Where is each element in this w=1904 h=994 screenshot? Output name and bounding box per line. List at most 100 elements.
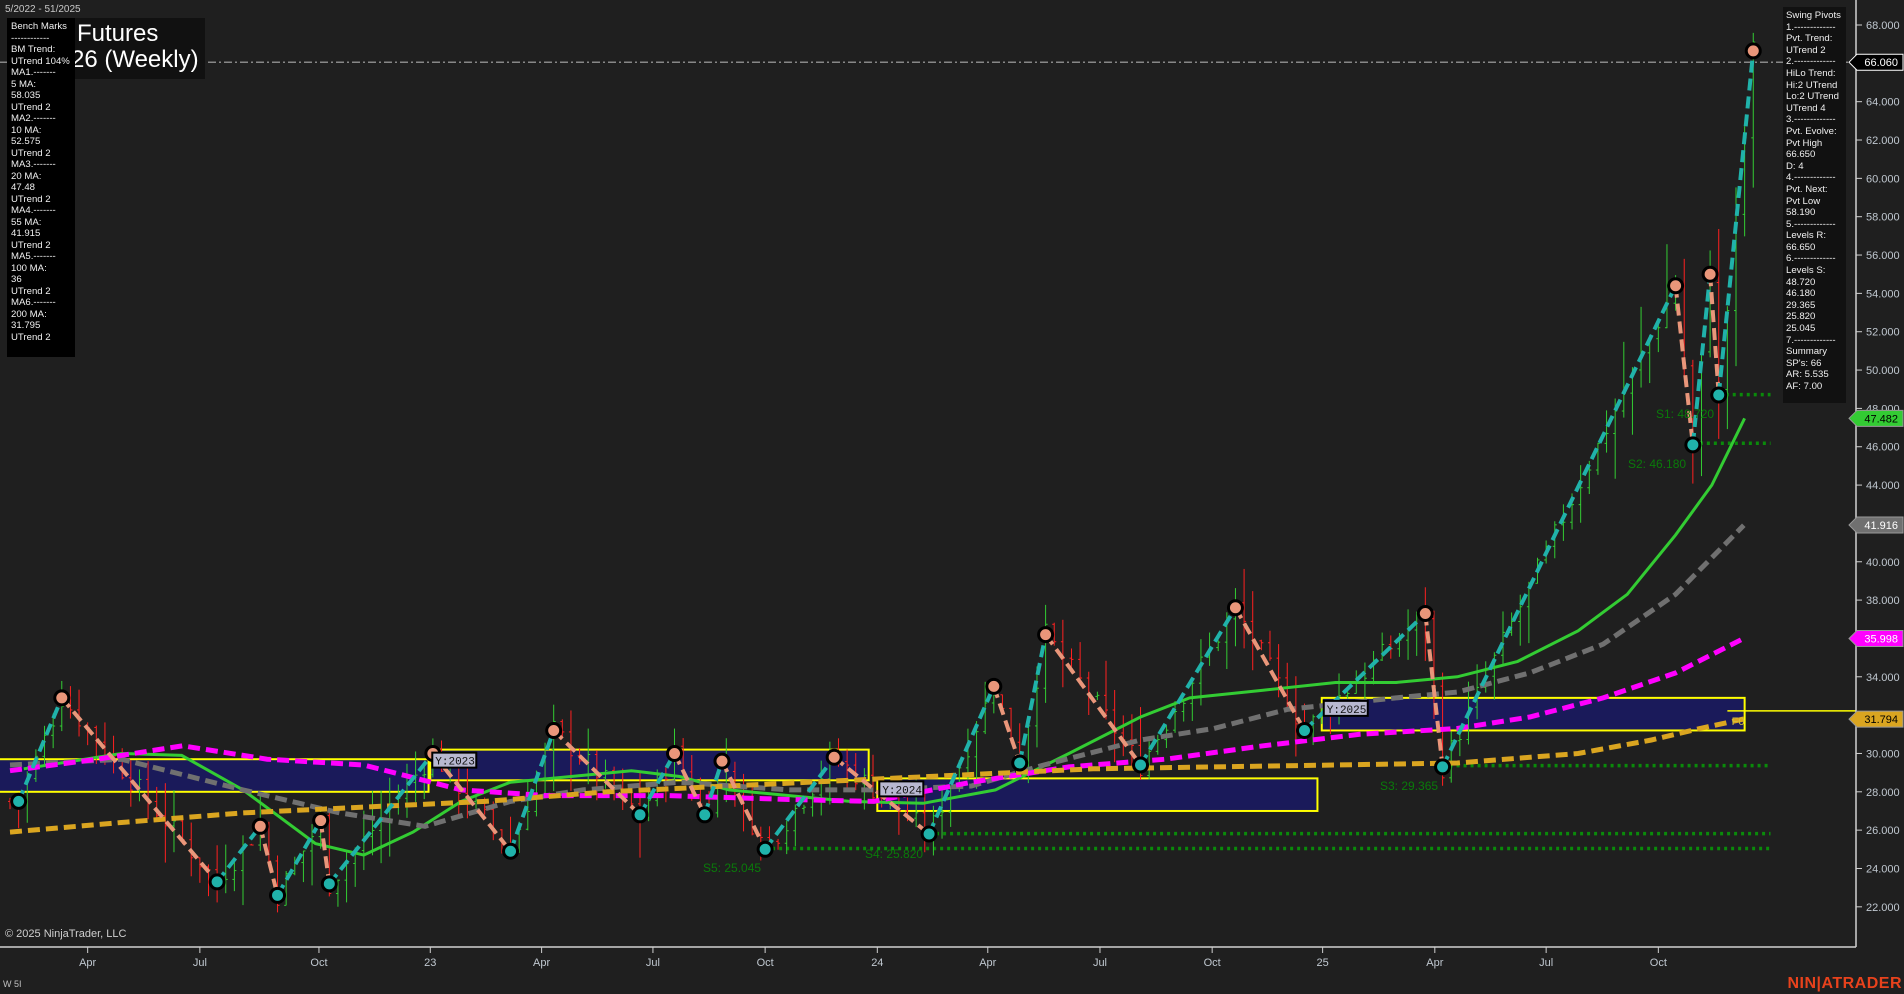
pivot-low-marker (1684, 436, 1702, 454)
y-tick-label: 40.000 (1866, 557, 1900, 569)
panel-line: Pvt. Trend: (1786, 33, 1833, 45)
support-label: S2: 46.180 (1628, 457, 1686, 471)
swing-leg (1017, 634, 1048, 764)
swing-leg (215, 825, 262, 884)
pivot-high-marker (545, 721, 563, 739)
x-tick-label: 25 (1316, 957, 1328, 969)
date-range-label: 5/2022 - 51/2025 (5, 4, 81, 15)
pivot-low-marker (1132, 756, 1150, 774)
panel-line: 20 MA: (11, 170, 42, 182)
swing-leg (508, 729, 556, 852)
y-tick-label: 58.000 (1866, 212, 1900, 224)
x-tick-label: Oct (757, 957, 774, 969)
panel-line: Pvt. Evolve: (1786, 125, 1837, 137)
panel-line: 66.650 (1786, 149, 1816, 161)
swing-pivots-panel: Swing Pivots 1.------------- Pvt. Trend: UT… (1783, 7, 1846, 403)
panel-line: 29.365 (1786, 299, 1816, 311)
f0-label: F0 (1732, 716, 1745, 728)
pivot-low-marker (696, 806, 714, 824)
y-tick-label: 46.000 (1866, 442, 1900, 454)
pivot-low-marker (208, 873, 226, 891)
panel-line: MA2.------- (11, 113, 56, 124)
panel-line: Lo:2 UTrend (1786, 91, 1839, 103)
panel-line: 25.820 (1786, 311, 1816, 323)
panel-line: UTrend 2 (11, 193, 51, 205)
y-tick-label: 54.000 (1866, 288, 1900, 300)
panel-line: UTrend 4 (1786, 102, 1826, 114)
x-tick-label: Jul (1539, 957, 1553, 969)
panel-line: MA1.------- (11, 67, 56, 78)
panel-line: 58.035 (11, 90, 41, 101)
support-label: S1: 48.720 (1656, 407, 1714, 421)
year-label: Y:2023 (435, 757, 475, 769)
price-tag-label-ma-55: 41.916 (1864, 520, 1898, 532)
panel-line: HiLo Trend: (1786, 67, 1836, 79)
support-label: S5: 25.045 (703, 861, 761, 875)
panel-line: D: 4 (1786, 160, 1804, 172)
panel-line: 5.------------- (1786, 218, 1836, 230)
pivot-high-marker (713, 752, 731, 770)
pivot-high-marker (985, 677, 1003, 695)
support-label: S4: 25.820 (865, 847, 923, 861)
panel-line: 36 (11, 274, 22, 285)
ninjatrader-logo: NIN|ATRADER (1787, 975, 1902, 992)
swing-leg (318, 820, 332, 885)
panel-line: 25.045 (1786, 323, 1816, 335)
panel-line: 2.------------- (1786, 56, 1836, 68)
panel-line: UTrend 2 (1786, 44, 1826, 56)
year-range-box (876, 777, 1319, 812)
plot-area: Y:2023 Y:2024 Y:2025 F0 S1: 48.720 S2: 46.180… (0, 32, 1856, 913)
swing-leg (1043, 633, 1143, 767)
panel-line: 52.575 (11, 136, 41, 147)
panel-line: MA4.------- (11, 205, 56, 216)
chart-title: Futures 26 (Weekly) (71, 18, 205, 79)
x-tick-label: Jul (646, 957, 660, 969)
panel-line: UTrend 2 (11, 331, 51, 343)
pivot-low-marker (10, 792, 28, 810)
price-tag-label-ma-200: 31.794 (1864, 714, 1898, 726)
pivot-low-marker (269, 886, 287, 904)
y-tick-label: 50.000 (1866, 365, 1900, 377)
copyright: © 2025 NinjaTrader, LLC (5, 928, 127, 940)
panel-line: 66.650 (1786, 241, 1816, 253)
panel-line: 3.------------- (1786, 114, 1836, 126)
y-tick-label: 26.000 (1866, 825, 1900, 837)
panel-line: 55 MA: (11, 216, 42, 228)
panel-line: BM Trend: (11, 44, 56, 55)
panel-line: 58.190 (1786, 207, 1816, 219)
pivot-low-marker (1710, 386, 1728, 404)
panel-line: Hi:2 UTrend (1786, 79, 1838, 91)
swing-leg (991, 685, 1022, 764)
panel-line: 7.------------- (1786, 334, 1836, 346)
price-tag-label-ma-20: 47.482 (1864, 413, 1898, 425)
price-chart[interactable]: Y:2023 Y:2024 Y:2025 F0 S1: 48.720 S2: 46.180… (0, 0, 1904, 994)
x-tick-label: Jul (1093, 957, 1107, 969)
panel-line: 1.------------- (1786, 21, 1836, 33)
panel-line: AF: 7.00 (1786, 381, 1823, 392)
year-label: Y:2025 (1327, 705, 1367, 717)
panel-line: 5 MA: (11, 78, 37, 90)
x-tick-label: 23 (424, 957, 436, 969)
pivot-high-marker (1667, 277, 1685, 295)
y-tick-label: 62.000 (1866, 135, 1900, 147)
interval-label: W 5I (3, 979, 22, 989)
pivot-low-marker (1296, 721, 1313, 739)
panel-line: 41.915 (11, 228, 41, 239)
pivot-high-marker (251, 817, 269, 835)
panel-line: 100 MA: (11, 262, 47, 274)
year-label: Y:2024 (882, 785, 922, 797)
panel-line: Swing Pivots (1786, 10, 1841, 21)
panel-line: Levels R: (1786, 230, 1826, 242)
panel-line: Pvt High (1786, 137, 1823, 149)
panel-line: Pvt. Next: (1786, 183, 1828, 195)
pivot-low-marker (631, 806, 649, 824)
y-tick-label: 64.000 (1866, 97, 1900, 109)
panel-line: UTrend 2 (11, 285, 51, 297)
pivot-low-marker (1434, 758, 1452, 776)
x-tick-label: 24 (871, 957, 883, 969)
pivot-high-marker (53, 689, 71, 707)
panel-line: UTrend 2 (11, 147, 51, 159)
pivot-high-marker (1701, 265, 1719, 283)
swing-leg (1708, 274, 1721, 396)
panel-line: MA5.------- (11, 251, 56, 262)
